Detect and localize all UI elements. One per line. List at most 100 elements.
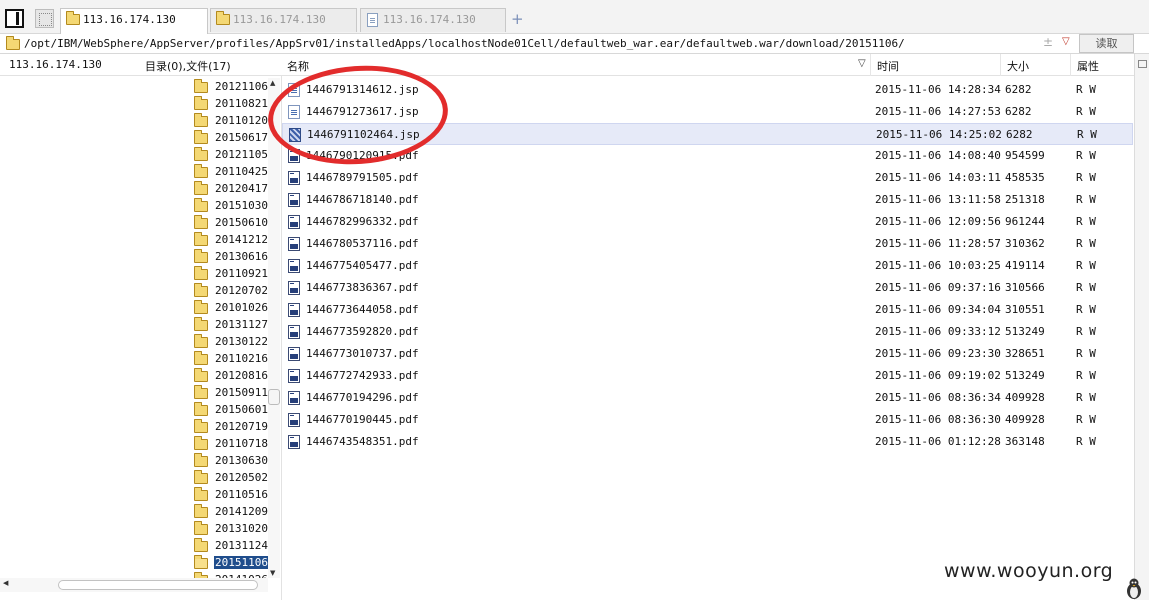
scroll-thumb[interactable] — [58, 580, 258, 590]
tree-item[interactable]: 20120719 — [192, 418, 268, 435]
chevron-down-icon[interactable]: ▽ — [1062, 36, 1070, 47]
file-attributes: R W — [1076, 215, 1096, 228]
tree-item[interactable]: 20150601 — [192, 401, 268, 418]
tree-item[interactable]: 20120702 — [192, 282, 268, 299]
tree-item[interactable]: 20110516 — [192, 486, 268, 503]
tree-item[interactable]: 20131127 — [192, 316, 268, 333]
file-time: 2015-11-06 11:28:57 — [875, 237, 1001, 250]
folder-icon — [194, 521, 208, 535]
column-name[interactable]: 名称 — [287, 58, 309, 74]
tree-item[interactable]: 20110718 — [192, 435, 268, 452]
tree-item[interactable]: 20131020 — [192, 520, 268, 537]
tree-item[interactable]: 20150617 — [192, 129, 268, 146]
file-size: 6282 — [1006, 128, 1033, 141]
file-row[interactable]: 1446770190445.pdf 2015-11-06 08:36:30 4099… — [282, 409, 1133, 431]
folder-icon — [194, 402, 208, 416]
tab-host-2[interactable]: 113.16.174.130 — [210, 8, 357, 32]
pdf-file-icon — [288, 413, 300, 427]
folder-icon — [194, 130, 208, 144]
file-row[interactable]: 1446789791505.pdf 2015-11-06 14:03:11 4585… — [282, 167, 1133, 189]
file-attributes: R W — [1077, 128, 1097, 141]
bookmark-icon[interactable]: ± — [1043, 35, 1053, 49]
tree-item[interactable]: 20130630 — [192, 452, 268, 469]
tab-label: 113.16.174.130 — [233, 13, 326, 26]
file-attributes: R W — [1076, 347, 1096, 360]
tab-host-1[interactable]: 113.16.174.130 — [60, 8, 208, 34]
read-button[interactable]: 读取 — [1079, 34, 1134, 53]
file-row[interactable]: 1446773644058.pdf 2015-11-06 09:34:04 3105… — [282, 299, 1133, 321]
panel-toggle-button[interactable] — [5, 9, 24, 28]
pdf-file-icon — [288, 193, 300, 207]
scroll-down-icon[interactable]: ▼ — [270, 569, 275, 577]
file-row[interactable]: 1446773836367.pdf 2015-11-06 09:37:16 3105… — [282, 277, 1133, 299]
grid-view-button[interactable] — [35, 9, 54, 28]
tree-item[interactable]: 20121106 — [192, 78, 268, 95]
file-row[interactable]: 1446743548351.pdf 2015-11-06 01:12:28 3631… — [282, 431, 1133, 453]
tree-item[interactable]: 20141026 — [192, 571, 268, 578]
tree-item[interactable]: 20151030 — [192, 197, 268, 214]
folder-icon — [194, 232, 208, 246]
folder-icon — [194, 453, 208, 467]
scroll-up-icon[interactable]: ▲ — [270, 79, 275, 87]
pdf-file-icon — [288, 369, 300, 383]
tree-item[interactable]: 20150610 — [192, 214, 268, 231]
folder-icon — [194, 96, 208, 110]
tree-item[interactable]: 20121105 — [192, 146, 268, 163]
tree-item[interactable]: 20120816 — [192, 367, 268, 384]
file-row[interactable]: 1446780537116.pdf 2015-11-06 11:28:57 3103… — [282, 233, 1133, 255]
tree-item[interactable]: 20120417 — [192, 180, 268, 197]
file-size: 458535 — [1005, 171, 1045, 184]
file-size: 419114 — [1005, 259, 1045, 272]
pdf-file-icon — [288, 435, 300, 449]
file-row[interactable]: 1446772742933.pdf 2015-11-06 09:19:02 5132… — [282, 365, 1133, 387]
tree-item-label: 20110516 — [215, 488, 268, 501]
tree-item[interactable]: 20141209 — [192, 503, 268, 520]
file-name: 1446775405477.pdf — [306, 259, 419, 272]
file-attributes: R W — [1076, 413, 1096, 426]
file-size: 961244 — [1005, 215, 1045, 228]
splitter-handle[interactable] — [268, 389, 280, 405]
panel-icon[interactable] — [1138, 60, 1147, 68]
column-divider[interactable] — [870, 54, 871, 76]
tree-item[interactable]: 20131124 — [192, 537, 268, 554]
tree-item[interactable]: 20141212 — [192, 231, 268, 248]
column-divider[interactable] — [1000, 54, 1001, 76]
file-size: 310551 — [1005, 303, 1045, 316]
folder-icon — [194, 283, 208, 297]
tab-host-3[interactable]: 113.16.174.130 — [360, 8, 506, 32]
file-time: 2015-11-06 09:19:02 — [875, 369, 1001, 382]
file-row[interactable]: 1446786718140.pdf 2015-11-06 13:11:58 2513… — [282, 189, 1133, 211]
tree-horizontal-scrollbar[interactable]: ◀ — [0, 578, 268, 592]
folder-icon — [194, 419, 208, 433]
file-attributes: R W — [1076, 149, 1096, 162]
folder-icon — [194, 266, 208, 280]
sort-icon[interactable]: ▽ — [858, 58, 866, 69]
tree-item[interactable]: 20110120 — [192, 112, 268, 129]
file-row[interactable]: 1446770194296.pdf 2015-11-06 08:36:34 4099… — [282, 387, 1133, 409]
tree-item[interactable]: 20110921 — [192, 265, 268, 282]
tree-header: 113.16.174.130 目录(0),文件(17) — [0, 54, 282, 76]
column-attributes[interactable]: 属性 — [1077, 58, 1099, 74]
tree-item[interactable]: 20110216 — [192, 350, 268, 367]
tree-item[interactable]: 20150911 — [192, 384, 268, 401]
tree-vertical-scrollbar[interactable]: ▲ ▼ — [268, 78, 280, 578]
file-row[interactable]: 1446773592820.pdf 2015-11-06 09:33:12 5132… — [282, 321, 1133, 343]
file-row[interactable]: 1446775405477.pdf 2015-11-06 10:03:25 4191… — [282, 255, 1133, 277]
add-tab-button[interactable]: + — [511, 10, 524, 28]
pdf-file-icon — [288, 391, 300, 405]
tree-item[interactable]: 20130616 — [192, 248, 268, 265]
tree-item[interactable]: 20101026 — [192, 299, 268, 316]
tree-item[interactable]: 20120502 — [192, 469, 268, 486]
tab-label: 113.16.174.130 — [83, 13, 176, 26]
file-row[interactable]: 1446773010737.pdf 2015-11-06 09:23:30 3286… — [282, 343, 1133, 365]
file-row[interactable]: 1446782996332.pdf 2015-11-06 12:09:56 9612… — [282, 211, 1133, 233]
tree-item[interactable]: 20130122 — [192, 333, 268, 350]
tree-item[interactable]: 20110425 — [192, 163, 268, 180]
column-time[interactable]: 时间 — [877, 58, 899, 74]
column-size[interactable]: 大小 — [1007, 58, 1029, 74]
scroll-left-icon[interactable]: ◀ — [3, 579, 8, 587]
column-divider[interactable] — [1070, 54, 1071, 76]
tree-item[interactable]: 20110821 — [192, 95, 268, 112]
path-input[interactable]: /opt/IBM/WebSphere/AppServer/profiles/Ap… — [24, 35, 1074, 52]
tree-item[interactable]: 20151106 — [192, 554, 268, 571]
